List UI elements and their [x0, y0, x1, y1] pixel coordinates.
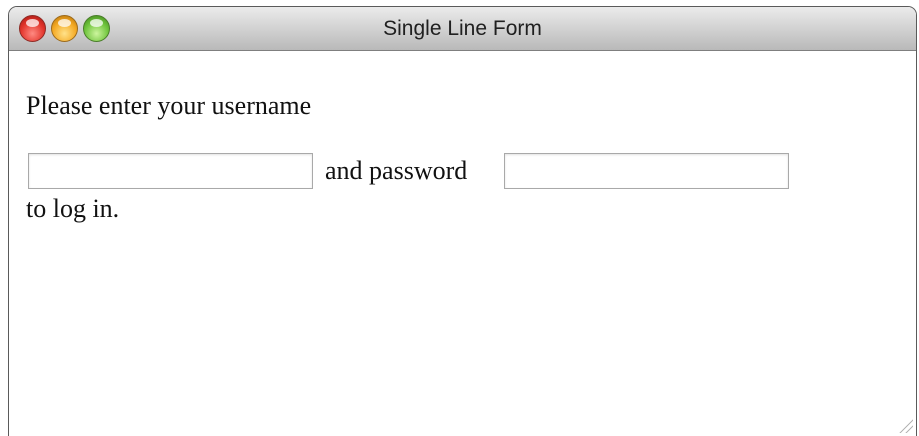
login-instruction: to log in. [26, 194, 120, 223]
username-input[interactable] [28, 153, 313, 189]
title-bar[interactable]: Single Line Form [9, 7, 916, 51]
password-input[interactable] [504, 153, 789, 189]
password-label: and password [325, 156, 468, 185]
username-prompt: Please enter your username [26, 91, 312, 120]
browser-window: Single Line Form Please enter your usern… [8, 6, 917, 436]
window-title: Single Line Form [383, 17, 542, 40]
resize-grip-icon[interactable] [899, 419, 913, 433]
